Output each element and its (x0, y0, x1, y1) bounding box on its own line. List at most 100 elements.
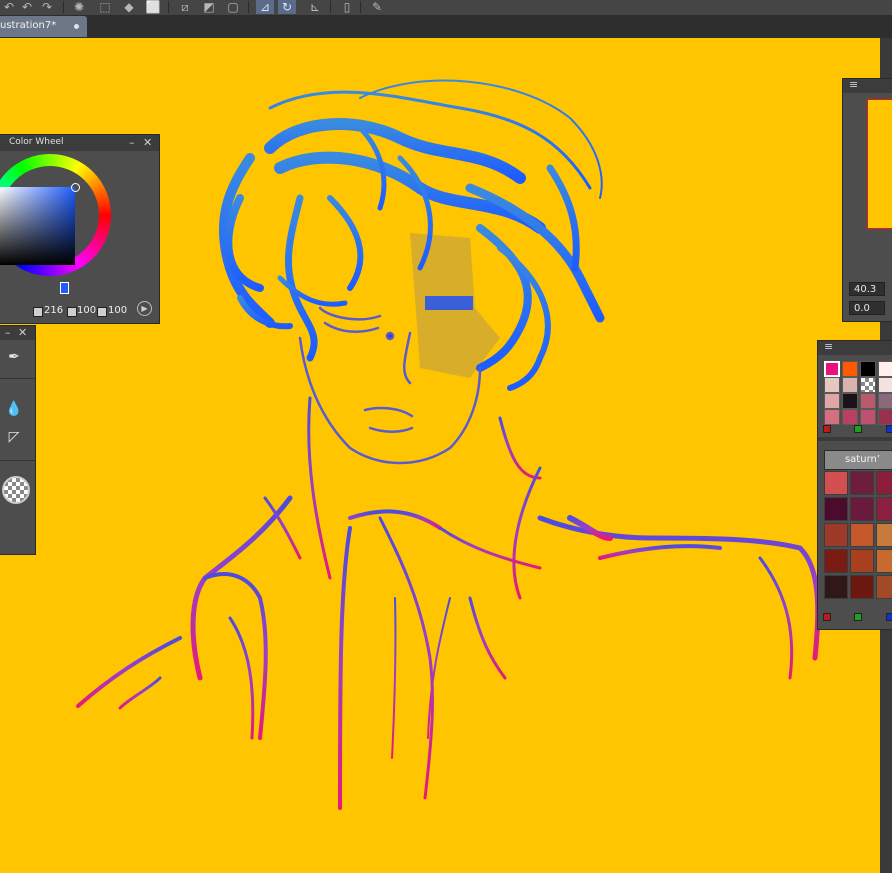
quick-color-swatch[interactable] (824, 377, 840, 393)
brightness-value: 100 (108, 305, 128, 316)
color-set-swatch[interactable] (850, 471, 874, 495)
ruler-snap-icon[interactable]: ⊿ (256, 0, 274, 14)
color-set-swatch[interactable] (876, 575, 892, 599)
invert-icon[interactable]: ▢ (224, 0, 242, 14)
hue-cursor[interactable] (60, 282, 69, 294)
hsv-mode-icon (33, 307, 43, 317)
color-wheel-panel: Color Wheel – ✕ 216 100 100 ▶ (0, 134, 160, 324)
tool-panel: – ✕ ✒ 💧 ◸ (0, 325, 36, 555)
quick-color-swatch[interactable] (842, 361, 858, 377)
transparent-color-icon[interactable] (2, 476, 30, 504)
color-palette-panel: ≡ saturn’ (817, 340, 892, 630)
quick-color-swatch[interactable] (824, 409, 840, 425)
document-tab[interactable]: ustration7* (0, 16, 87, 37)
color-set-swatch[interactable] (824, 575, 848, 599)
color-wheel-title: Color Wheel (9, 137, 64, 147)
fill-icon[interactable]: ◆ (120, 0, 138, 14)
toolbar-divider (360, 1, 361, 13)
special-ruler-icon[interactable]: ⊾ (306, 0, 324, 14)
loading-icon[interactable]: ✺ (70, 0, 88, 14)
close-icon[interactable]: ✕ (143, 135, 152, 150)
deselect-icon[interactable]: ◩ (200, 0, 218, 14)
quick-color-swatch[interactable] (860, 409, 876, 425)
quick-color-swatch[interactable] (878, 377, 892, 393)
green-indicator (854, 425, 862, 433)
quick-color-swatch[interactable] (860, 393, 876, 409)
menu-icon[interactable]: ≡ (849, 77, 858, 92)
redo-icon[interactable]: ↷ (38, 0, 56, 14)
pen-settings-icon[interactable]: ✎ (368, 0, 386, 14)
curve-snap-icon[interactable]: ↻ (278, 0, 296, 14)
color-set-swatch[interactable] (824, 523, 848, 547)
color-set-tab[interactable]: saturn’ (824, 450, 892, 470)
clear-selection-icon[interactable]: ⧄ (176, 0, 194, 14)
color-set-swatch[interactable] (850, 575, 874, 599)
green-indicator (854, 613, 862, 621)
blue-indicator (886, 613, 892, 621)
color-set-swatch[interactable] (876, 497, 892, 521)
toolbar-divider (248, 1, 249, 13)
quick-color-swatch[interactable] (860, 377, 876, 393)
undo-icon[interactable]: ↶ (0, 0, 18, 14)
zoom-field[interactable]: 40.3 (849, 282, 885, 296)
eye-shadow-block (425, 296, 473, 310)
play-icon[interactable]: ▶ (137, 301, 152, 316)
sv-cursor[interactable] (71, 183, 80, 192)
eyedropper-icon[interactable]: ✒ (3, 346, 25, 368)
quick-color-swatch[interactable] (824, 393, 840, 409)
quick-color-swatch[interactable] (878, 393, 892, 409)
color-set-swatch[interactable] (876, 471, 892, 495)
undo-icon[interactable]: ↶ (18, 0, 36, 14)
close-icon[interactable]: ✕ (18, 325, 27, 340)
saturation-value-square[interactable] (0, 187, 75, 265)
palette-divider (818, 437, 892, 441)
red-indicator (823, 425, 831, 433)
transform-icon[interactable]: ⬚ (96, 0, 114, 14)
color-wheel-header: Color Wheel – ✕ (0, 135, 159, 151)
body-strokes (76, 396, 821, 810)
quick-color-swatch[interactable] (860, 361, 876, 377)
close-tab-icon[interactable] (74, 24, 79, 29)
quick-color-swatch[interactable] (842, 409, 858, 425)
toolbar-divider (63, 1, 64, 13)
toolbar-divider (168, 1, 169, 13)
tool-divider (0, 460, 35, 461)
device-icon[interactable]: ▯ (338, 0, 356, 14)
color-set-swatch[interactable] (876, 549, 892, 573)
blue-indicator (886, 425, 892, 433)
select-icon[interactable]: ⬜ (144, 0, 162, 14)
color-set-swatch[interactable] (824, 471, 848, 495)
document-tab-label: ustration7* (0, 20, 57, 31)
quick-color-swatch[interactable] (842, 393, 858, 409)
document-tab-bar: ustration7* (0, 16, 892, 38)
color-set-swatch[interactable] (824, 497, 848, 521)
minimize-icon[interactable]: – (5, 325, 11, 340)
command-bar: ↶ ↶ ↷ ✺ ⬚ ◆ ⬜ ⧄ ◩ ▢ ⊿ ↻ ⊾ ▯ ✎ (0, 0, 892, 16)
tool-panel-header: – ✕ (0, 326, 35, 340)
menu-icon[interactable]: ≡ (824, 339, 833, 354)
value-icon (97, 307, 107, 317)
gradient-icon[interactable]: ◸ (3, 426, 25, 448)
color-set-swatch[interactable] (850, 497, 874, 521)
color-set-swatch[interactable] (824, 549, 848, 573)
minimize-icon[interactable]: – (129, 135, 135, 150)
quick-color-swatch[interactable] (878, 409, 892, 425)
saturation-value: 100 (77, 305, 97, 316)
quick-color-swatch[interactable] (824, 361, 840, 377)
palette-header: ≡ (818, 339, 892, 355)
color-set-swatch[interactable] (876, 523, 892, 547)
color-set-swatch[interactable] (850, 549, 874, 573)
quick-color-swatch[interactable] (842, 377, 858, 393)
saturation-icon (67, 307, 77, 317)
quick-color-swatch[interactable] (878, 361, 892, 377)
color-set-swatch[interactable] (850, 523, 874, 547)
toolbar-divider (330, 1, 331, 13)
blend-icon[interactable]: 💧 (3, 398, 25, 420)
navigator-preview[interactable] (867, 99, 892, 229)
rotation-field[interactable]: 0.0 (849, 301, 885, 315)
navigator-panel: ≡ 40.3 0.0 (842, 78, 892, 322)
tool-divider (0, 378, 35, 379)
red-indicator (823, 613, 831, 621)
hue-value: 216 (44, 305, 64, 316)
navigator-header: ≡ (843, 77, 892, 93)
